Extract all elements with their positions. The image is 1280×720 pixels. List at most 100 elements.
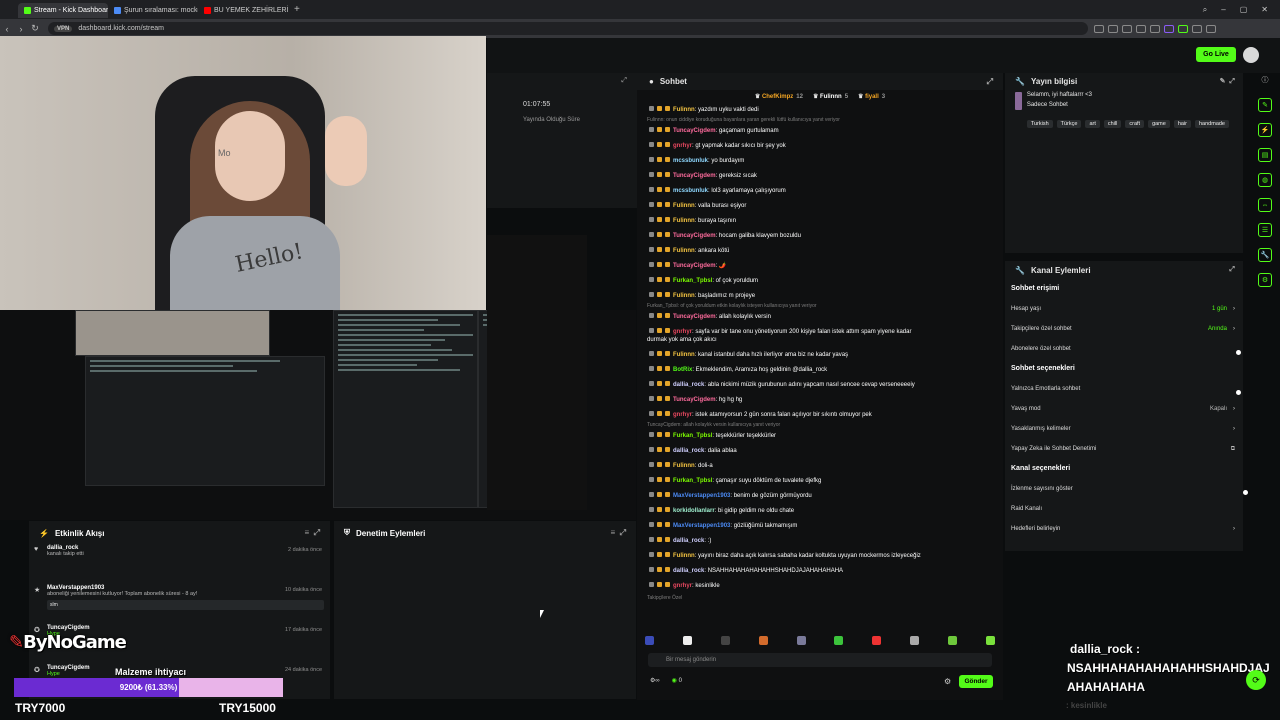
chat-message[interactable]: Furkan_Tpbsl: of çok yoruldum	[637, 273, 1003, 288]
chat-username[interactable]: mcssbunluk	[673, 188, 708, 194]
chat-message[interactable]: Fulinnn: kanal istanbul daha hızlı ilerl…	[637, 347, 1003, 362]
chat-message[interactable]: Fulinnn: buraya taşının	[637, 213, 1003, 228]
emote-icon[interactable]	[872, 636, 882, 645]
chat-icon[interactable]: ◍	[1258, 173, 1272, 187]
chat-message[interactable]: Fulinnn: yazdım uyku vakti dedi	[637, 102, 1003, 117]
channel-setting-row[interactable]: Takipçilere özel sohbet Anında ›	[1005, 319, 1243, 339]
chat-username[interactable]: Fulinnn	[673, 248, 695, 254]
browser-tab[interactable]: Stream - Kick Dashboard	[18, 3, 108, 18]
forward-icon[interactable]: ›	[14, 24, 28, 34]
chat-username[interactable]: gnrhyr	[673, 412, 692, 418]
avatar[interactable]	[1243, 47, 1259, 63]
stream-icon[interactable]: ⇔	[1258, 198, 1272, 212]
extension-icon[interactable]	[1094, 24, 1104, 33]
top-gifter[interactable]: ♛ fiyall 3	[858, 93, 885, 100]
chat-message[interactable]: gnrhyr: kesinlikle	[637, 578, 1003, 593]
chat-message[interactable]: dallia_rock: NSAHHAHAHAHAHAHHSHAHDJAJAHA…	[637, 563, 1003, 578]
expand-icon[interactable]: ⤢	[620, 528, 626, 537]
chat-username[interactable]: MaxVerstappen1903	[673, 493, 730, 499]
browser-tab[interactable]: Şurun sıralaması: mocker...	[108, 3, 198, 18]
channel-setting-row[interactable]: Hedefleri belirleyin ›	[1005, 519, 1243, 539]
browser-tab[interactable]: BU YEMEK ZEHİRLERİ EFİ	[198, 3, 288, 18]
emote-icon[interactable]	[645, 636, 654, 645]
pencil-icon[interactable]: ✎	[1258, 98, 1272, 112]
expand-icon[interactable]: ⤢	[621, 77, 627, 85]
chat-username[interactable]: Fulinnn	[673, 463, 695, 469]
chat-username[interactable]: gnrhyr	[673, 143, 692, 149]
url-field[interactable]: VPN dashboard.kick.com/stream	[48, 22, 1088, 35]
chat-message[interactable]: mcssbunluk: lol3 ayarlamaya çalışıyorum	[637, 183, 1003, 198]
chat-message[interactable]: dallia_rock: dalia ablaa	[637, 443, 1003, 458]
extension-icon[interactable]	[1108, 24, 1118, 33]
emote-icon[interactable]	[948, 636, 957, 645]
chat-username[interactable]: TuncayCigdem	[673, 173, 716, 179]
chat-username[interactable]: gnrhyr	[673, 329, 692, 335]
emote-icon[interactable]	[796, 636, 806, 645]
chat-message[interactable]: TuncayCigdem: 🌶️	[637, 258, 1003, 273]
reload-icon[interactable]: ↻	[28, 23, 42, 34]
filter-icon[interactable]: ≡	[610, 528, 615, 537]
info-icon[interactable]: ⓘ	[1258, 73, 1272, 87]
chat-username[interactable]: BotRix	[673, 367, 692, 373]
chat-username[interactable]: Fulinnn	[673, 218, 695, 224]
extension-icon[interactable]	[1150, 24, 1160, 33]
emote-icon[interactable]	[758, 636, 768, 645]
url-text[interactable]: dashboard.kick.com/stream	[78, 25, 164, 32]
chat-message[interactable]: Fulinnn: yayını biraz daha açık kalırsa …	[637, 548, 1003, 563]
chat-input[interactable]: Bir mesaj gönderin	[648, 653, 992, 667]
stream-tag[interactable]: art	[1085, 120, 1100, 128]
bolt-icon[interactable]: ⚡	[1258, 123, 1272, 137]
expand-icon[interactable]: ⤢	[1229, 266, 1235, 274]
channel-setting-row[interactable]: İzlenme sayısını göster	[1005, 479, 1243, 499]
chat-message[interactable]: mcssbunluk: yo burdayım	[637, 153, 1003, 168]
emote-icon[interactable]	[720, 636, 730, 645]
chat-message[interactable]: Fulinnn: valla burası eşiyor	[637, 198, 1003, 213]
channel-setting-row[interactable]: Yapay Zeka ile Sohbet Denetimi ⧉	[1005, 439, 1243, 459]
kick-fab-button[interactable]: ⟳	[1246, 670, 1266, 690]
gear-icon[interactable]: ⚙	[944, 677, 951, 686]
channel-setting-row[interactable]: Abonelere özel sohbet	[1005, 339, 1243, 359]
chat-message[interactable]: MaxVerstappen1903: gözlüğümü takmamışım	[637, 518, 1003, 533]
stream-tag[interactable]: game	[1148, 120, 1170, 128]
chat-username[interactable]: Fulinnn	[673, 107, 695, 113]
chat-username[interactable]: Furkan_Tpbsl	[673, 478, 712, 484]
filter-icon[interactable]: ≡	[304, 528, 309, 537]
stream-tag[interactable]: craft	[1125, 120, 1145, 128]
chat-message[interactable]: Furkan_Tpbsl: çamaşır suyu döktüm de tuv…	[637, 473, 1003, 488]
chat-username[interactable]: Furkan_Tpbsl	[673, 278, 712, 284]
chat-message[interactable]: TuncayCigdem: gereksiz sıcak	[637, 168, 1003, 183]
chat-username[interactable]: dallia_rock	[673, 568, 704, 574]
chat-username[interactable]: gnrhyr	[673, 583, 692, 589]
chat-message[interactable]: gnrhyr: istek atamıyorsun 2 gün sonra fa…	[637, 407, 1003, 422]
document-icon[interactable]: ▤	[1258, 148, 1272, 162]
profile-icon[interactable]	[1192, 24, 1202, 33]
send-button[interactable]: Gönder	[959, 675, 993, 688]
expand-icon[interactable]: ⤢	[987, 77, 993, 87]
chat-message[interactable]: dallia_rock: :)	[637, 533, 1003, 548]
chat-message[interactable]: dallia_rock: abla nickimi müzik gurubunu…	[637, 377, 1003, 392]
chat-message[interactable]: TuncayCigdem: hocam galiba klavyem bozul…	[637, 228, 1003, 243]
chat-username[interactable]: dallia_rock	[673, 538, 704, 544]
expand-icon[interactable]: ⤢	[314, 528, 320, 537]
extension-icon[interactable]	[1178, 24, 1188, 33]
chat-username[interactable]: TuncayCigdem	[673, 314, 716, 320]
menu-icon[interactable]	[1206, 24, 1216, 33]
new-tab-button[interactable]: +	[294, 4, 300, 15]
edit-icon[interactable]: ✎	[1220, 78, 1226, 85]
chat-username[interactable]: dallia_rock	[673, 382, 704, 388]
extension-icon[interactable]	[1164, 24, 1174, 33]
channel-setting-row[interactable]: Yasaklanmış kelimeler ›	[1005, 419, 1243, 439]
stream-tag[interactable]: hair	[1173, 120, 1191, 128]
chat-message[interactable]: BotRix: Ekmeklendim, Aramıza hoş geldini…	[637, 362, 1003, 377]
stream-tag[interactable]: chill	[1103, 120, 1122, 128]
chat-username[interactable]: TuncayCigdem	[673, 128, 716, 134]
chat-username[interactable]: Fulinnn	[673, 203, 695, 209]
chat-username[interactable]: TuncayCigdem	[673, 397, 716, 403]
chat-mode-icon[interactable]: ⚙∞	[650, 677, 660, 684]
chat-username[interactable]: Fulinnn	[673, 352, 695, 358]
chat-username[interactable]: mcssbunluk	[673, 158, 708, 164]
extension-icon[interactable]	[1136, 24, 1146, 33]
minimize-button[interactable]: –	[1221, 5, 1225, 15]
chat-message[interactable]: gnrhyr: gt yapmak kadar sıkıcı bir şey y…	[637, 138, 1003, 153]
chat-username[interactable]: Fulinnn	[673, 293, 695, 299]
